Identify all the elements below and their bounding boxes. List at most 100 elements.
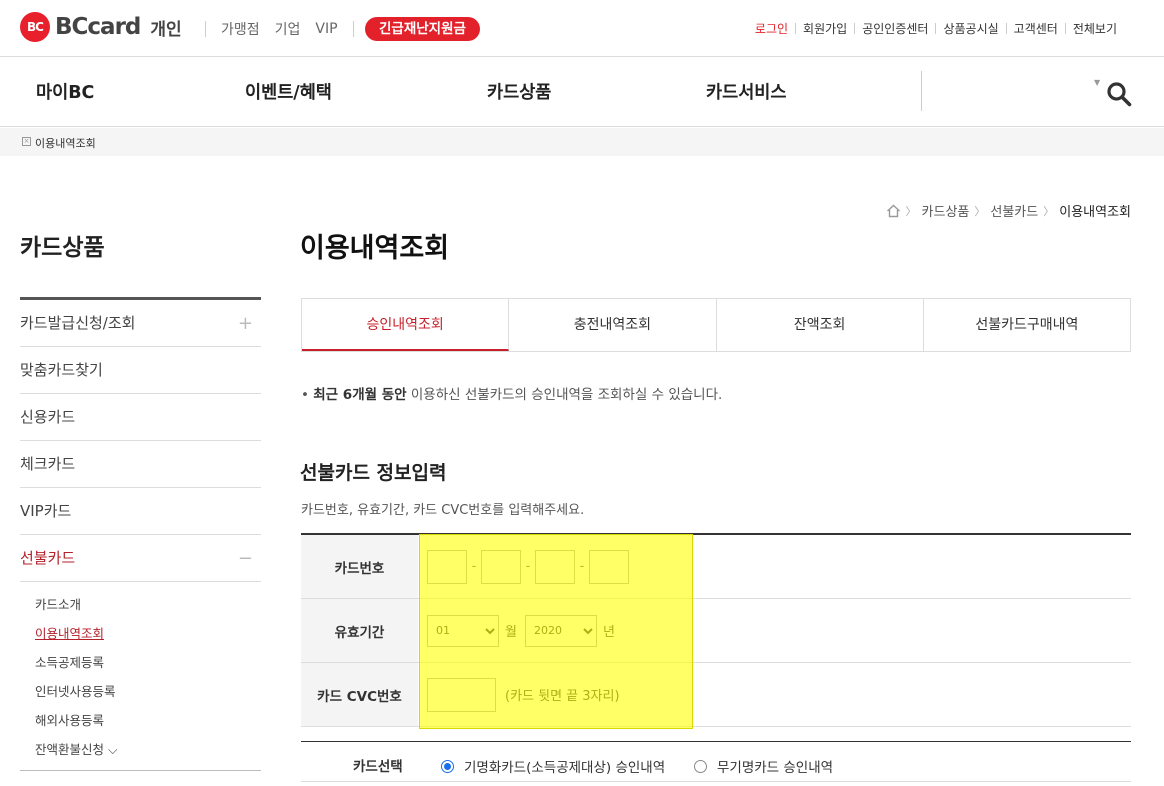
chevron-right-icon: 〉 — [1043, 204, 1055, 218]
gnb-card-services[interactable]: 카드서비스 — [706, 79, 787, 104]
radio-named-card[interactable]: 기명화카드(소득공제대상) 승인내역 — [441, 756, 665, 776]
caret-down-icon: ▼ — [1094, 78, 1101, 87]
biz-link-vip[interactable]: VIP — [315, 21, 337, 37]
radio-selected-icon[interactable] — [441, 759, 454, 773]
main-nav: 마이BC 이벤트/혜택 카드상품 카드서비스 ▼ — [0, 57, 1164, 127]
dash: - — [471, 559, 477, 574]
plus-icon[interactable]: + — [238, 300, 253, 347]
card-select-label: 카드선택 — [353, 759, 403, 775]
biz-link-merchant[interactable]: 가맹점 — [221, 19, 260, 39]
divider — [205, 21, 206, 37]
lnb-item-vip-card[interactable]: VIP카드 — [20, 488, 261, 535]
form-row-card-number: 카드번호 - - - — [301, 535, 1131, 599]
login-link[interactable]: 로그인 — [748, 20, 795, 37]
chevron-right-icon: 〉 — [974, 204, 986, 218]
year-unit: 년 — [602, 625, 615, 640]
location-text: 이용내역조회 — [35, 137, 96, 150]
expiry-month-select[interactable]: 01 — [427, 614, 499, 647]
form-row-expiry: 유효기간 01 월 2020 년 — [301, 599, 1131, 663]
lnb-sub-item[interactable]: 카드소개 — [35, 590, 261, 619]
bc-logo-mark-icon: BC — [20, 12, 50, 42]
expiry-year-select[interactable]: 2020 — [524, 614, 597, 647]
cvc-input[interactable] — [427, 677, 496, 712]
card-select-row: 카드선택 기명화카드(소득공제대상) 승인내역 무기명카드 승인내역 — [301, 741, 1131, 782]
breadcrumb: 〉 카드상품 〉 선불카드 〉 이용내역조회 — [886, 201, 1131, 220]
cvc-hint: (카드 뒷면 끝 3자리) — [505, 689, 620, 704]
section-description: 카드번호, 유효기간, 카드 CVC번호를 입력해주세요. — [301, 503, 585, 518]
lnb-item-label: 선불카드 — [20, 549, 76, 567]
card-number-label: 카드번호 — [301, 535, 418, 598]
card-number-field-3[interactable] — [535, 549, 575, 584]
lnb-sub-item[interactable]: 소득공제등록 — [35, 648, 261, 677]
home-icon[interactable] — [886, 204, 901, 218]
logo-sub-personal: 개인 — [150, 19, 182, 40]
lnb-sub-item[interactable]: 해외사용등록 — [35, 706, 261, 735]
lnb-sub-item-active[interactable]: 이용내역조회 — [35, 619, 261, 648]
card-info-form: 카드번호 - - - 유효기간 01 월 2020 년 카드 CVC번호 (카드 — [301, 533, 1131, 727]
page-title: 이용내역조회 — [300, 233, 450, 264]
search-icon[interactable] — [1106, 81, 1132, 107]
view-all-link[interactable]: 전체보기 — [1066, 20, 1124, 37]
lnb-item-label: VIP카드 — [20, 502, 72, 520]
notice-bold: 최근 6개월 동안 — [313, 387, 407, 403]
notice-rest: 이용하신 선불카드의 승인내역을 조회하실 수 있습니다. — [406, 387, 723, 403]
logo-text: BCcard — [55, 14, 141, 40]
lnb-sub-item[interactable]: 인터넷사용등록 — [35, 677, 261, 706]
lnb-item-label: 신용카드 — [20, 408, 76, 426]
month-unit: 월 — [505, 625, 517, 640]
lnb-item-label: 체크카드 — [20, 455, 76, 473]
dash: - — [525, 559, 531, 574]
chevron-right-icon: 〉 — [905, 204, 917, 218]
signup-link[interactable]: 회원가입 — [796, 20, 854, 37]
left-nav: 카드발급신청/조회 + 맞춤카드찾기 신용카드 체크카드 VIP카드 선불카드 … — [20, 297, 261, 771]
emergency-relief-button[interactable]: 긴급재난지원금 — [365, 17, 480, 41]
radio-label: 무기명카드 승인내역 — [717, 760, 834, 776]
lnb-title: 카드상품 — [20, 235, 105, 261]
location-strip: × 이용내역조회 — [0, 128, 1164, 156]
card-number-field-1[interactable] — [427, 549, 467, 584]
gnb-events[interactable]: 이벤트/혜택 — [245, 79, 332, 104]
bccard-logo[interactable]: BC BCcard 개인 — [20, 12, 182, 42]
form-row-cvc: 카드 CVC번호 (카드 뒷면 끝 3자리) — [301, 663, 1131, 727]
lnb-item-custom-card[interactable]: 맞춤카드찾기 — [20, 347, 261, 394]
tab-purchase-history[interactable]: 선불카드구매내역 — [924, 299, 1130, 351]
customer-center-link[interactable]: 고객센터 — [1007, 20, 1065, 37]
utility-nav: 로그인 회원가입 공인인증센터 상품공시실 고객센터 전체보기 — [748, 20, 1124, 37]
lnb-item-prepaid-card[interactable]: 선불카드 − — [20, 535, 261, 582]
tab-bar: 승인내역조회 충전내역조회 잔액조회 선불카드구매내역 — [301, 298, 1131, 352]
lnb-submenu: 카드소개 이용내역조회 소득공제등록 인터넷사용등록 해외사용등록 잔액환불신청… — [20, 582, 261, 771]
bullet: • — [301, 387, 309, 403]
lnb-item-label: 카드발급신청/조회 — [20, 314, 136, 332]
gnb-my-bc[interactable]: 마이BC — [36, 79, 94, 104]
tab-approval-history[interactable]: 승인내역조회 — [302, 299, 510, 351]
lnb-item-credit-card[interactable]: 신용카드 — [20, 394, 261, 441]
radio-anonymous-card[interactable]: 무기명카드 승인내역 — [694, 756, 833, 776]
divider — [352, 21, 354, 37]
close-icon[interactable]: × — [22, 137, 31, 146]
certificate-center-link[interactable]: 공인인증센터 — [855, 20, 935, 37]
dash: - — [579, 559, 585, 574]
lnb-sub-item[interactable]: 잔액환불신청 ⌵ — [35, 735, 261, 764]
expiry-label: 유효기간 — [301, 599, 418, 662]
lnb-item-label: 맞춤카드찾기 — [20, 361, 103, 379]
card-number-field-2[interactable] — [481, 549, 521, 584]
divider — [921, 71, 922, 111]
radio-unselected-icon[interactable] — [694, 759, 707, 773]
cvc-label: 카드 CVC번호 — [301, 663, 418, 726]
tab-charge-history[interactable]: 충전내역조회 — [509, 299, 717, 351]
biz-link-corporate[interactable]: 기업 — [275, 19, 301, 39]
section-title: 선불카드 정보입력 — [300, 462, 447, 484]
minus-icon[interactable]: − — [238, 535, 253, 582]
lnb-item-check-card[interactable]: 체크카드 — [20, 441, 261, 488]
radio-label: 기명화카드(소득공제대상) 승인내역 — [464, 760, 666, 776]
top-bar: BC BCcard 개인 가맹점 기업 VIP 긴급재난지원금 로그인 회원가입… — [0, 0, 1164, 57]
business-nav: 가맹점 기업 VIP — [205, 19, 369, 39]
product-disclosure-link[interactable]: 상품공시실 — [936, 20, 1005, 37]
breadcrumb-current: 이용내역조회 — [1059, 205, 1131, 220]
breadcrumb-item[interactable]: 카드상품 — [922, 201, 970, 220]
card-number-field-4[interactable] — [589, 549, 629, 584]
lnb-item-card-application[interactable]: 카드발급신청/조회 + — [20, 300, 261, 347]
gnb-card-products[interactable]: 카드상품 — [487, 79, 551, 104]
breadcrumb-item[interactable]: 선불카드 — [990, 201, 1038, 220]
tab-balance[interactable]: 잔액조회 — [717, 299, 924, 351]
